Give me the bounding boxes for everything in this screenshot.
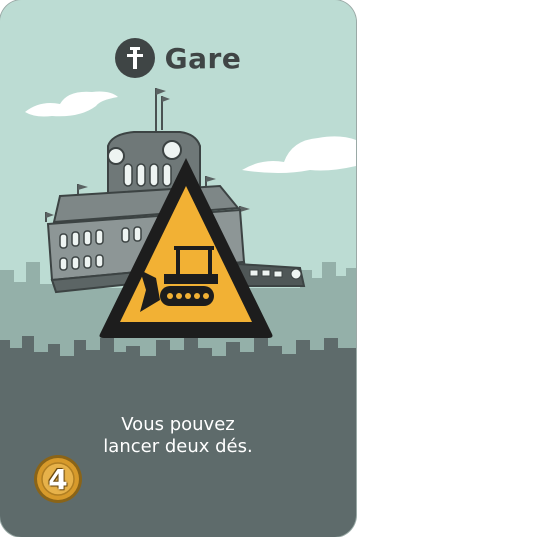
- train-station-icon: [114, 38, 155, 78]
- description-line-1: Vous pouvez: [121, 414, 235, 435]
- card-description: Vous pouvez lancer deux dés.: [0, 414, 356, 458]
- card-title: Gare: [164, 41, 242, 75]
- station-card[interactable]: Gare Vous pouvez lancer deux dés. 4: [0, 0, 356, 537]
- train: [236, 262, 306, 287]
- card-header: Gare: [0, 36, 356, 80]
- cost-coin: 4: [34, 455, 82, 503]
- cost-value: 4: [48, 462, 68, 496]
